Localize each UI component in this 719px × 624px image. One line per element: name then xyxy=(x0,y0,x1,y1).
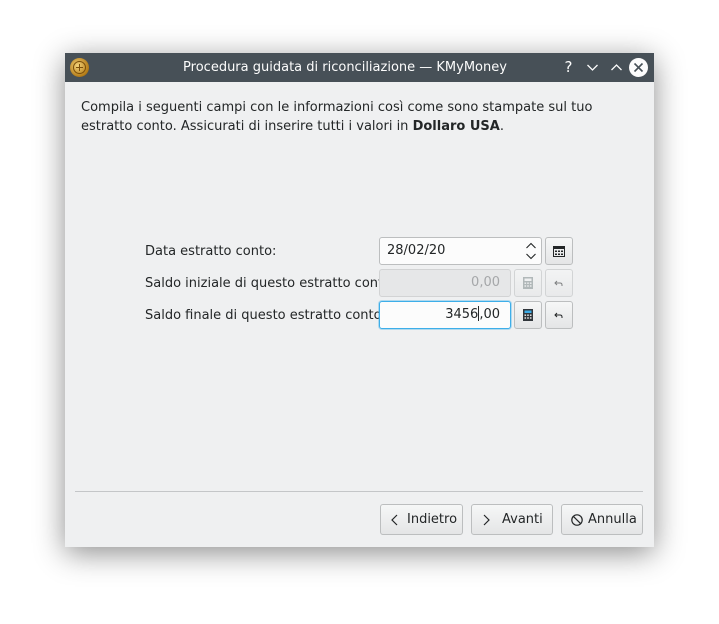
minimize-icon[interactable] xyxy=(582,57,603,78)
cancel-button-label: Annulla xyxy=(588,512,637,527)
help-icon[interactable]: ? xyxy=(558,57,579,78)
calculator-icon xyxy=(523,277,533,289)
currency-name: Dollaro USA xyxy=(412,119,500,134)
intro-text: Compila i seguenti campi con le informaz… xyxy=(81,98,631,136)
close-icon[interactable] xyxy=(629,58,648,77)
ending-reset-button[interactable] xyxy=(545,301,573,329)
maximize-icon[interactable] xyxy=(606,57,627,78)
opening-balance-input: 0,00 xyxy=(379,269,511,297)
titlebar[interactable]: Procedura guidata di riconciliazione — K… xyxy=(65,53,654,82)
date-spin-icon[interactable] xyxy=(525,240,537,262)
ending-balance-value-decimal: ,00 xyxy=(479,307,500,322)
statement-date-label: Data estratto conto: xyxy=(145,244,277,259)
undo-icon xyxy=(554,280,563,286)
cancel-button[interactable]: Annulla xyxy=(561,504,643,535)
undo-icon xyxy=(554,312,563,318)
chevron-left-icon xyxy=(391,514,398,526)
statement-date-input[interactable]: 28/02/20 xyxy=(379,237,542,265)
intro-text-after: . xyxy=(499,119,504,134)
statement-date-value: 28/02/20 xyxy=(387,243,446,258)
ending-balance-input[interactable]: 3456,00 xyxy=(379,301,511,329)
back-button-label: Indietro xyxy=(407,512,458,527)
back-button[interactable]: Indietro xyxy=(380,504,463,535)
calendar-button[interactable] xyxy=(545,237,573,265)
chevron-right-icon xyxy=(483,514,490,526)
calculator-icon xyxy=(523,309,533,321)
opening-reset-button xyxy=(545,269,573,297)
intro-text-before: Compila i seguenti campi con le informaz… xyxy=(81,100,593,134)
opening-calculator-button xyxy=(514,269,542,297)
next-button[interactable]: Avanti xyxy=(471,504,553,535)
cancel-icon xyxy=(571,514,583,526)
next-button-label: Avanti xyxy=(502,512,543,527)
calendar-icon xyxy=(553,246,565,257)
ending-balance-value-integer: 3456 xyxy=(445,307,479,322)
ending-calculator-button[interactable] xyxy=(514,301,542,329)
window-title: Procedura guidata di riconciliazione — K… xyxy=(183,60,507,75)
ending-balance-label: Saldo finale di questo estratto conto: xyxy=(145,308,386,323)
reconciliation-wizard-window: Procedura guidata di riconciliazione — K… xyxy=(65,53,654,547)
opening-balance-label: Saldo iniziale di questo estratto conto: xyxy=(145,276,396,291)
button-separator xyxy=(75,491,643,492)
